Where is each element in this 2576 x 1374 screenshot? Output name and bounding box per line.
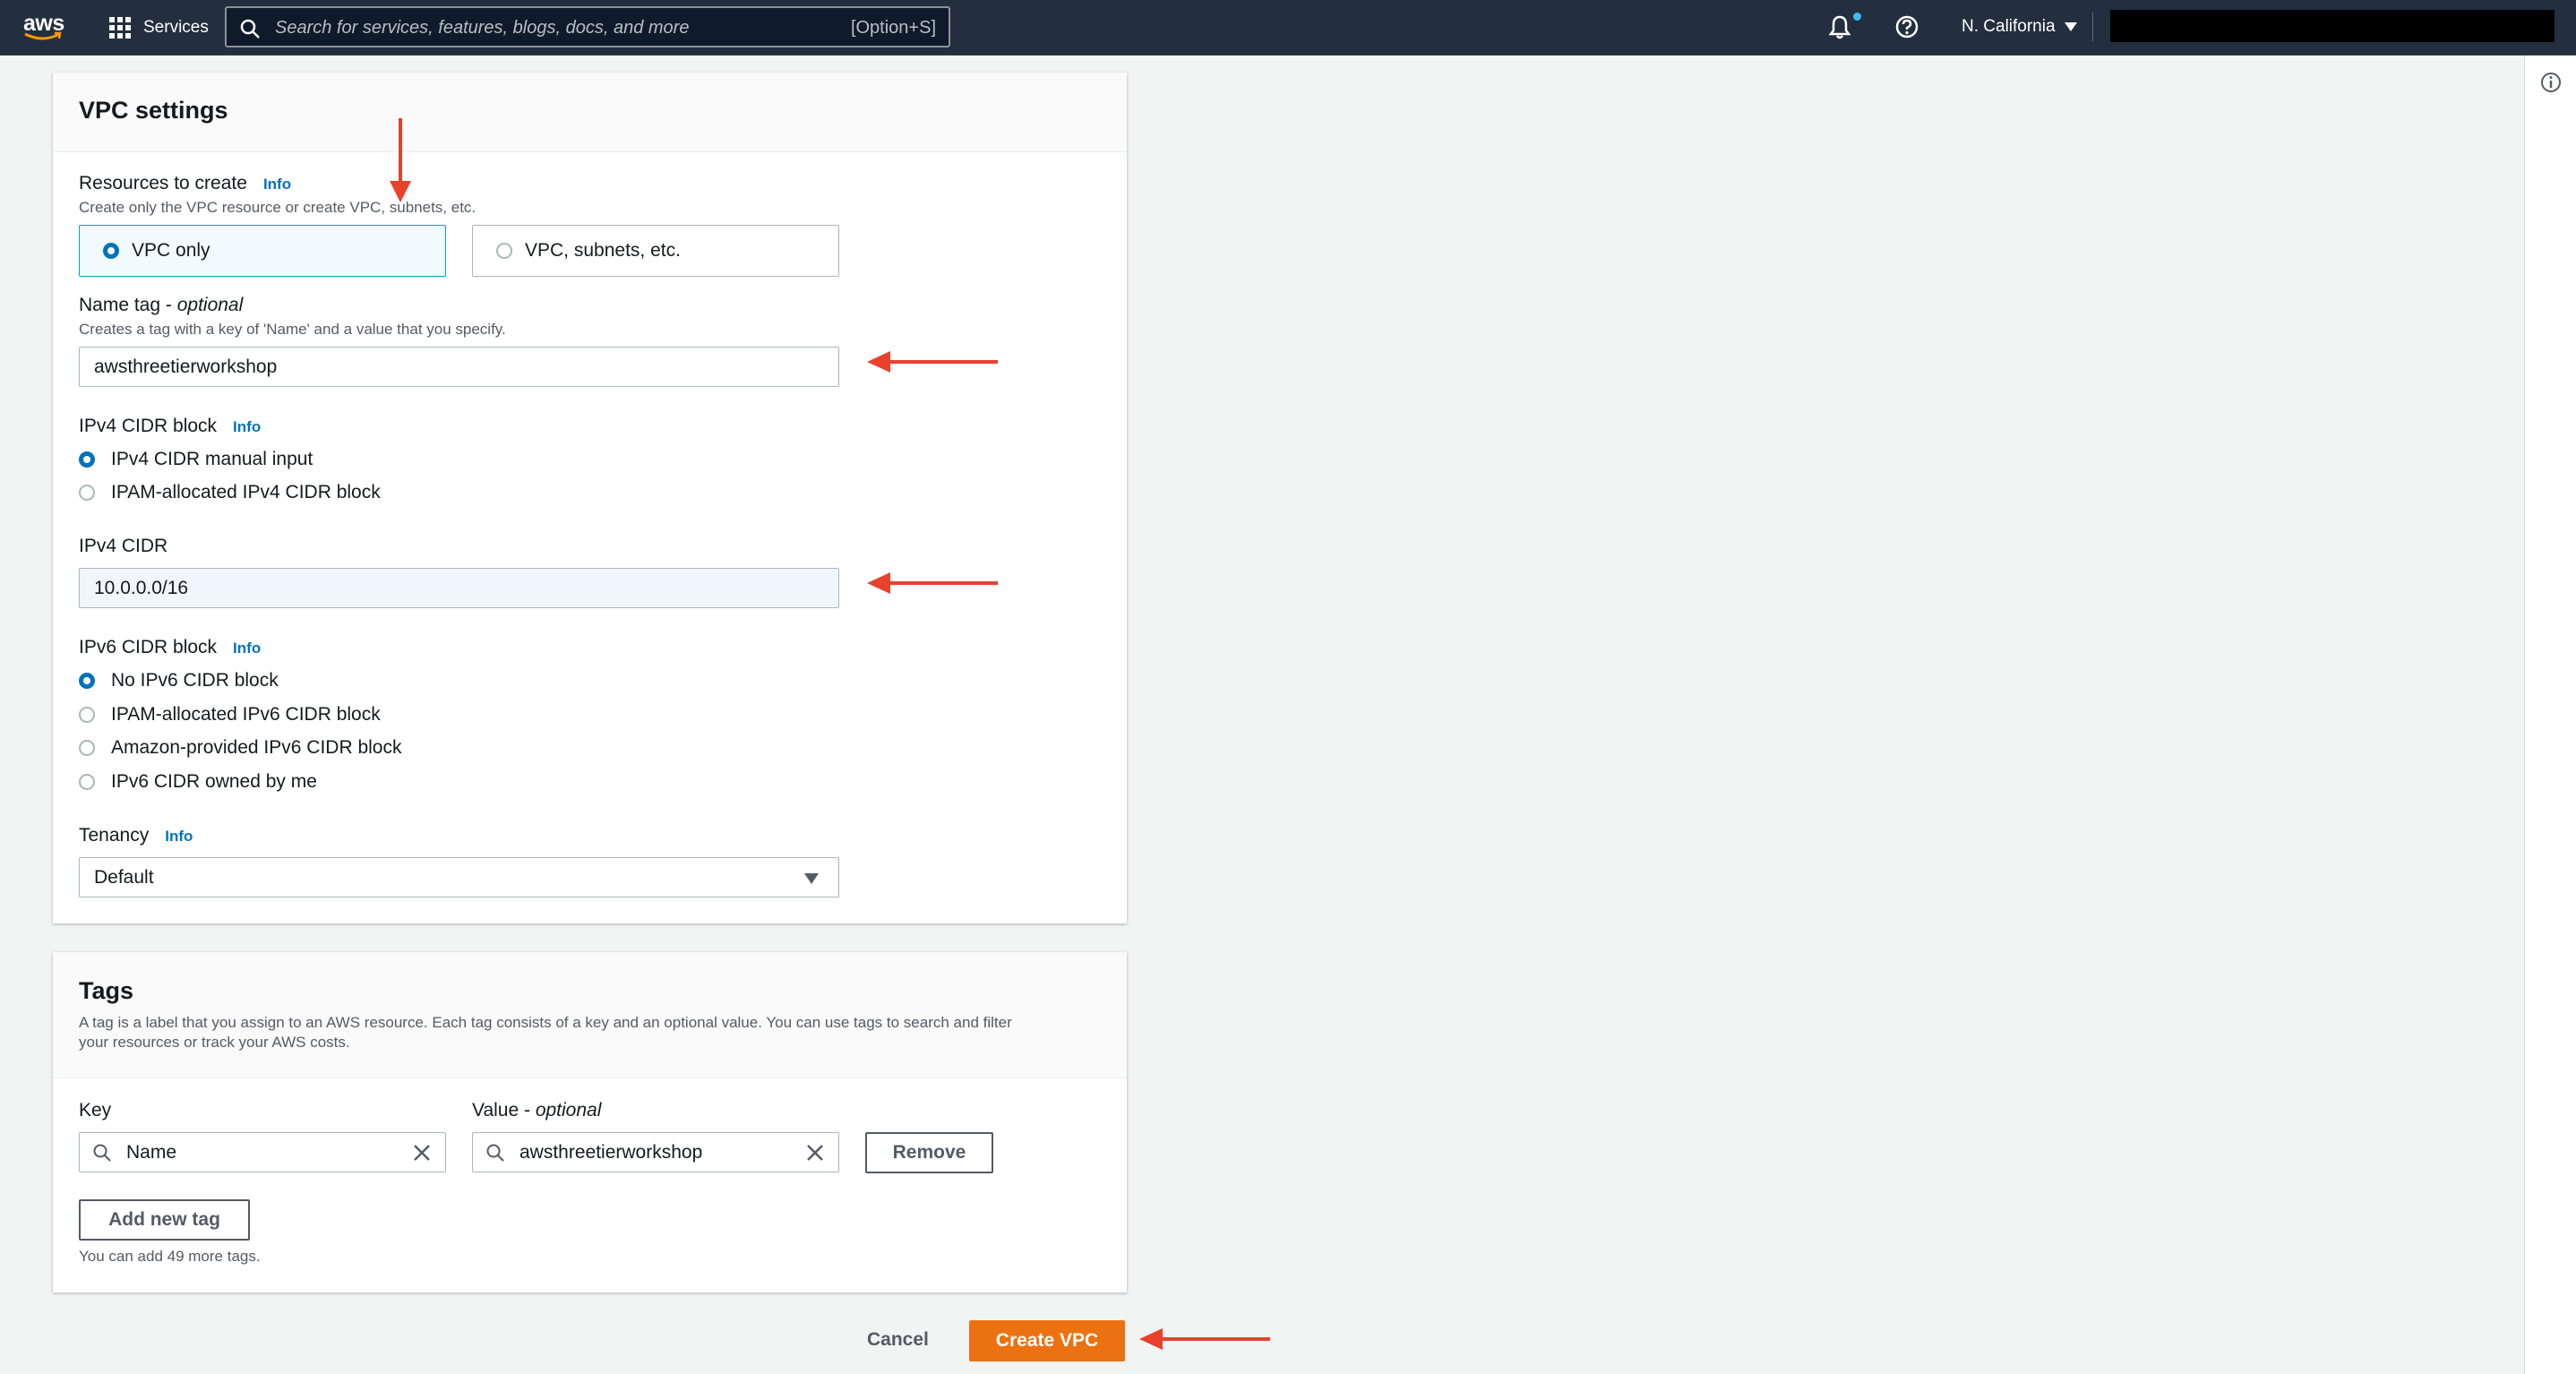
caret-down-icon	[2064, 22, 2077, 31]
search-icon	[486, 1144, 504, 1162]
name-tag-description: Creates a tag with a key of 'Name' and a…	[79, 321, 506, 338]
resources-info-link[interactable]: Info	[263, 176, 291, 193]
tags-description: A tag is a label that you assign to an A…	[79, 1014, 1012, 1051]
name-tag-value: awsthreetierworkshop	[94, 356, 278, 377]
ipv4-cidr-block-label: IPv4 CIDR block Info	[79, 416, 262, 436]
help-panel-rail	[2524, 56, 2576, 1374]
ipv4-ipam-option[interactable]: IPAM-allocated IPv4 CIDR block	[79, 481, 381, 504]
ipv6-owned-option[interactable]: IPv6 CIDR owned by me	[79, 770, 317, 794]
clear-icon[interactable]	[804, 1142, 826, 1164]
vpc-subnets-tile[interactable]: VPC, subnets, etc.	[472, 225, 839, 277]
ipv6-ipam-label: IPAM-allocated IPv6 CIDR block	[111, 704, 381, 725]
ipv4-ipam-label: IPAM-allocated IPv4 CIDR block	[111, 482, 381, 502]
vpc-settings-panel: VPC settings Resources to create Info Cre…	[53, 73, 1127, 923]
tag-limit-text: You can add 49 more tags.	[79, 1248, 261, 1265]
ipv4-cidr-input[interactable]: 10.0.0.0/16	[79, 568, 839, 608]
add-new-tag-button[interactable]: Add new tag	[79, 1199, 250, 1241]
vpc-only-label: VPC only	[132, 240, 210, 261]
clear-icon[interactable]	[411, 1142, 433, 1164]
global-search-input[interactable]: Search for services, features, blogs, do…	[225, 6, 950, 47]
vpc-subnets-radio[interactable]	[496, 243, 512, 259]
grid-icon	[109, 17, 131, 39]
tags-title: Tags	[79, 977, 134, 1004]
vpc-only-radio[interactable]	[103, 243, 119, 259]
services-menu-button[interactable]: Services	[109, 16, 209, 39]
ipv6-none-label: No IPv6 CIDR block	[111, 670, 279, 691]
ipv6-amazon-radio[interactable]	[79, 740, 95, 756]
services-label: Services	[143, 18, 209, 37]
ipv6-owned-radio[interactable]	[79, 774, 95, 790]
tags-panel: Tags A tag is a label that you assign to…	[53, 952, 1127, 1292]
tag-key-input[interactable]: Name	[79, 1132, 446, 1172]
name-tag-input[interactable]: awsthreetierworkshop	[79, 347, 839, 387]
ipv6-ipam-radio[interactable]	[79, 707, 95, 723]
notification-dot	[1853, 13, 1861, 21]
ipv6-owned-label: IPv6 CIDR owned by me	[111, 771, 317, 792]
vpc-settings-title: VPC settings	[79, 97, 228, 124]
region-label: N. California	[1962, 17, 2056, 36]
ipv4-manual-option[interactable]: IPv4 CIDR manual input	[79, 448, 313, 471]
search-shortcut: [Option+S]	[850, 18, 936, 38]
search-placeholder: Search for services, features, blogs, do…	[275, 18, 690, 38]
aws-logo[interactable]: aws	[21, 9, 68, 45]
aws-smile-icon	[24, 31, 62, 40]
tag-key-value: Name	[126, 1142, 177, 1163]
cancel-button[interactable]: Cancel	[867, 1329, 929, 1351]
annotation-arrow-create-vpc	[1139, 1328, 1270, 1350]
resources-to-create-label: Resources to create Info	[79, 173, 292, 193]
ipv6-ipam-option[interactable]: IPAM-allocated IPv6 CIDR block	[79, 703, 381, 726]
ipv6-amazon-option[interactable]: Amazon-provided IPv6 CIDR block	[79, 736, 401, 760]
search-icon	[240, 19, 260, 39]
account-menu-redacted[interactable]	[2110, 10, 2555, 42]
region-selector[interactable]: N. California	[1962, 17, 2077, 37]
info-icon[interactable]	[2540, 72, 2562, 93]
ipv6-block-info-link[interactable]: Info	[233, 640, 261, 657]
annotation-arrow-name-tag	[867, 351, 998, 373]
search-icon	[93, 1144, 111, 1162]
top-navigation-bar: aws Services Search for services, featur…	[0, 0, 2576, 56]
help-icon[interactable]	[1893, 13, 1920, 40]
ipv6-amazon-label: Amazon-provided IPv6 CIDR block	[111, 737, 402, 758]
vpc-only-tile[interactable]: VPC only	[79, 225, 446, 277]
vpc-settings-header: VPC settings	[53, 73, 1127, 152]
ipv6-cidr-block-label: IPv6 CIDR block Info	[79, 637, 262, 657]
tag-value-input[interactable]: awsthreetierworkshop	[472, 1132, 839, 1172]
ipv4-ipam-radio[interactable]	[79, 485, 95, 501]
annotation-arrow-ipv4-cidr	[867, 572, 998, 594]
ipv4-manual-radio[interactable]	[79, 451, 95, 468]
tags-header: Tags A tag is a label that you assign to…	[53, 952, 1127, 1078]
bell-icon[interactable]	[1827, 13, 1852, 40]
ipv4-cidr-value: 10.0.0.0/16	[94, 578, 189, 598]
annotation-arrow-down	[390, 118, 411, 202]
tenancy-label: Tenancy Info	[79, 825, 193, 846]
ipv6-none-option[interactable]: No IPv6 CIDR block	[79, 669, 279, 692]
nav-divider	[2092, 13, 2093, 41]
ipv4-manual-label: IPv4 CIDR manual input	[111, 449, 313, 469]
ipv6-none-radio[interactable]	[79, 673, 95, 689]
resources-description: Create only the VPC resource or create V…	[79, 199, 477, 216]
tag-value-value: awsthreetierworkshop	[519, 1142, 703, 1163]
ipv4-block-info-link[interactable]: Info	[233, 418, 261, 435]
tag-value-label: Value - optional	[472, 1100, 602, 1121]
tenancy-value: Default	[94, 867, 154, 888]
tenancy-info-link[interactable]: Info	[165, 828, 193, 845]
remove-tag-button[interactable]: Remove	[865, 1132, 993, 1173]
tag-key-label: Key	[79, 1100, 112, 1121]
caret-down-icon	[804, 873, 819, 884]
create-vpc-button[interactable]: Create VPC	[969, 1320, 1125, 1361]
tenancy-select[interactable]: Default	[79, 857, 839, 897]
vpc-subnets-label: VPC, subnets, etc.	[525, 240, 681, 261]
ipv4-cidr-label: IPv4 CIDR	[79, 536, 168, 556]
name-tag-label: Name tag - optional	[79, 295, 244, 315]
